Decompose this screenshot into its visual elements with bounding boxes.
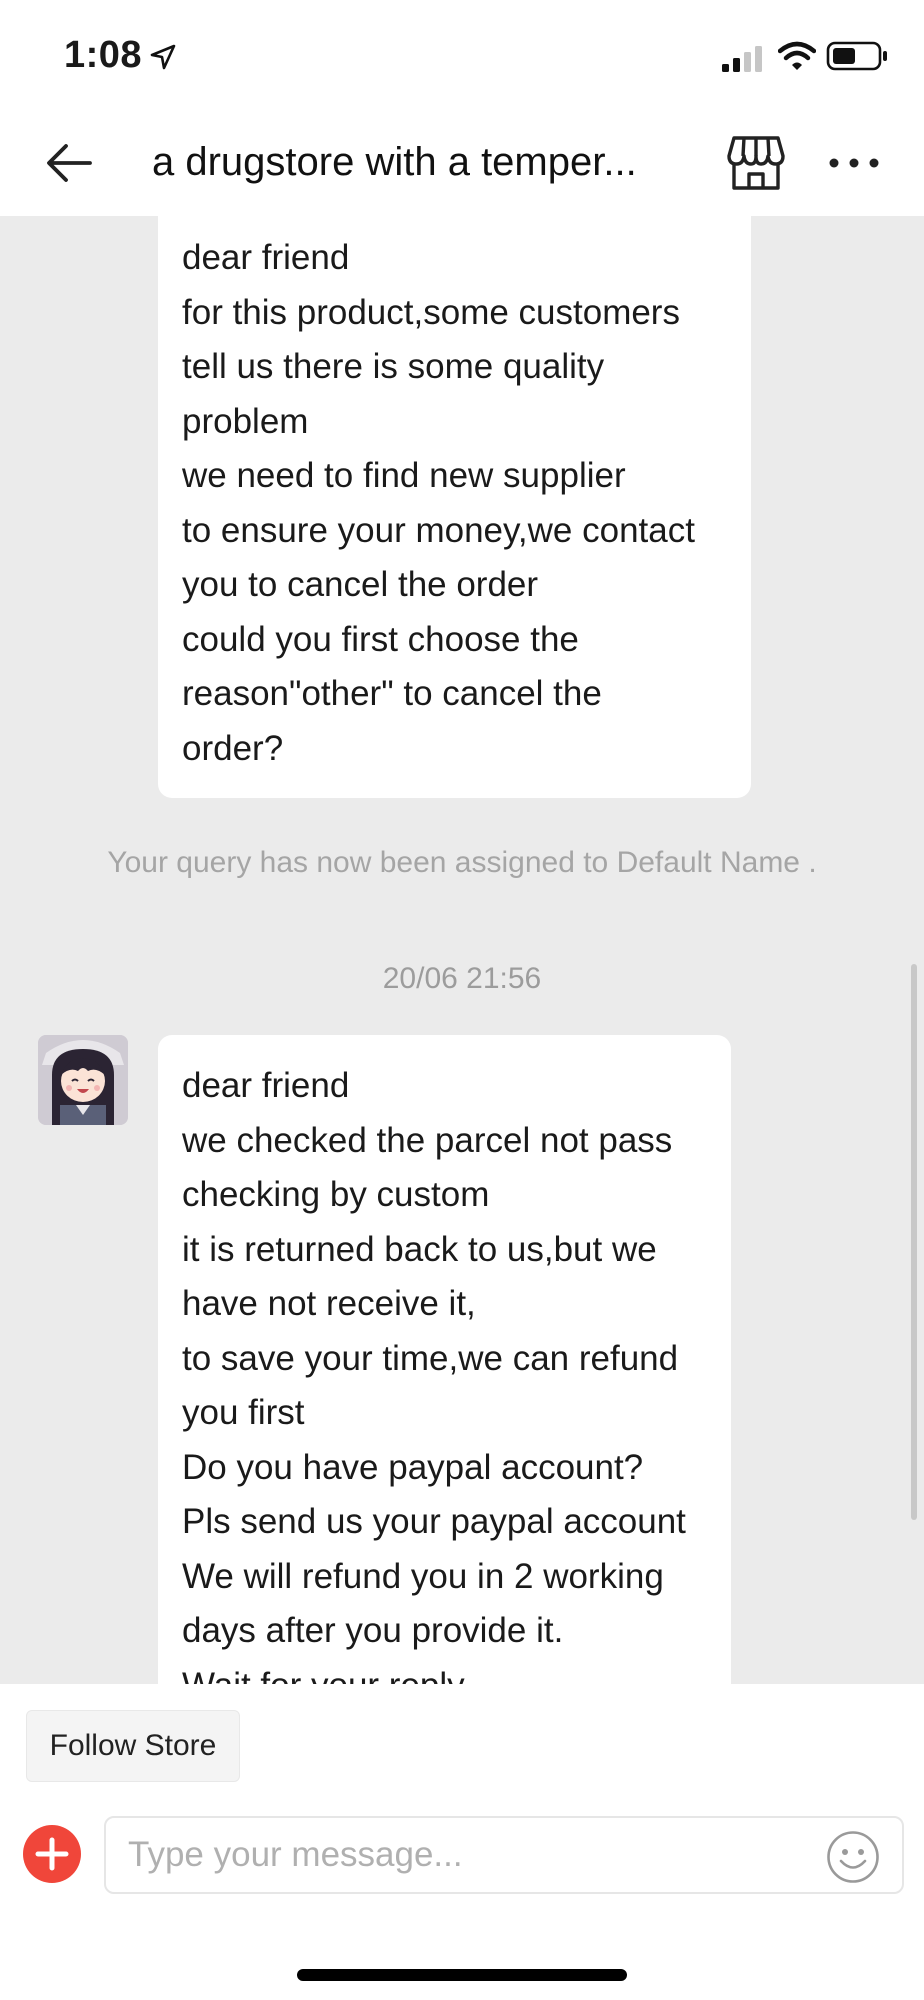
message-line: have not receive it, — [182, 1284, 476, 1323]
system-message: Your query has now been assigned to Defa… — [107, 846, 817, 879]
battery-icon — [826, 41, 887, 71]
message-line: dear friend — [182, 1066, 350, 1105]
message-line: to ensure your money,we contact — [182, 510, 695, 550]
message-line: We will refund you in 2 working — [182, 1556, 664, 1596]
back-arrow-icon[interactable] — [44, 138, 94, 188]
message-line: problem — [182, 401, 309, 441]
message-line: could you first choose the — [182, 619, 579, 659]
message-line: it is returned back to us,but we — [182, 1229, 657, 1269]
message-line: for this product,some customers — [182, 292, 680, 332]
more-options-icon[interactable] — [826, 146, 882, 180]
cellular-signal-icon — [722, 46, 762, 72]
chat-area[interactable]: dear friend for this product,some custom… — [0, 216, 924, 1684]
message-line: you first — [182, 1393, 305, 1432]
add-attachment-icon[interactable] — [22, 1824, 82, 1884]
navigation-bar: a drugstore with a temper... — [0, 110, 924, 216]
chat-scrollbar[interactable] — [911, 964, 917, 1520]
message-line: dear friend — [182, 238, 350, 277]
store-icon[interactable] — [726, 134, 786, 192]
message-line: Wait for your reply — [182, 1659, 707, 1685]
avatar-illustration-icon — [38, 1035, 128, 1125]
screen: 1:08 a drugstore with a temper... dear f… — [0, 0, 924, 2000]
message-input[interactable] — [104, 1816, 904, 1894]
wifi-icon — [778, 41, 816, 70]
message-line: tell us there is some quality — [182, 347, 605, 386]
chat-title: a drugstore with a temper... — [152, 140, 637, 184]
message-line: days after you provide it. — [182, 1611, 564, 1650]
follow-store-button[interactable]: Follow Store — [26, 1710, 240, 1782]
message-line: you to cancel the order — [182, 565, 539, 604]
home-indicator — [297, 1969, 627, 1981]
message-bubble[interactable]: dear friend for this product,some custom… — [158, 216, 751, 798]
message-line: we need to find new supplier — [182, 456, 626, 495]
emoji-icon[interactable] — [826, 1830, 880, 1884]
composer-area: Follow Store — [0, 1684, 924, 2000]
message-line: checking by custom — [182, 1175, 490, 1214]
status-time: 1:08 — [64, 34, 143, 76]
message-line: reason"other" to cancel the — [182, 674, 602, 713]
status-bar: 1:08 — [0, 0, 924, 110]
message-timestamp: 20/06 21:56 — [382, 962, 542, 995]
message-line: order? — [182, 728, 284, 768]
message-line: to save your time,we can refund — [182, 1338, 679, 1378]
message-line: Pls send us your paypal account — [182, 1502, 686, 1541]
message-line: we checked the parcel not pass — [182, 1120, 673, 1160]
seller-avatar[interactable] — [38, 1035, 128, 1125]
message-line: Do you have paypal account? — [182, 1447, 644, 1487]
location-arrow-icon — [150, 44, 176, 70]
message-bubble[interactable]: dear friend we checked the parcel not pa… — [158, 1035, 731, 1684]
